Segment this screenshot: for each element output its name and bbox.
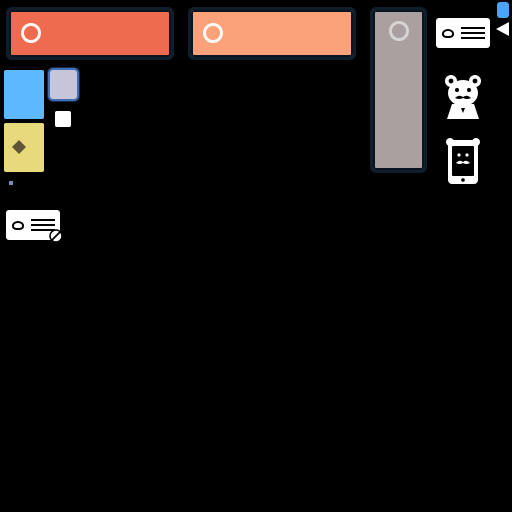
grey-vertical-tile-button[interactable] — [370, 7, 427, 173]
circle-ring-icon — [21, 23, 41, 43]
circle-ring-icon — [389, 21, 409, 41]
id-card[interactable] — [6, 210, 63, 243]
lavender-square[interactable] — [48, 68, 79, 101]
white-small-square[interactable] — [55, 111, 71, 127]
phone-bear-icon[interactable] — [446, 137, 480, 185]
bear-mustache-icon[interactable] — [445, 74, 481, 120]
diamond-icon — [12, 140, 26, 154]
orange-tile-button[interactable] — [188, 7, 356, 60]
id-card-icon — [442, 29, 454, 38]
id-card-icon — [12, 221, 24, 230]
no-entry-badge-icon — [49, 229, 63, 243]
blue-indicator — [497, 2, 509, 18]
red-tile-button[interactable] — [6, 7, 174, 60]
play-triangle-icon[interactable] — [496, 21, 510, 37]
yellow-square[interactable] — [4, 123, 44, 172]
small-dot — [9, 181, 13, 185]
id-card[interactable] — [436, 18, 490, 48]
blue-square[interactable] — [4, 70, 44, 119]
circle-ring-icon — [203, 23, 223, 43]
